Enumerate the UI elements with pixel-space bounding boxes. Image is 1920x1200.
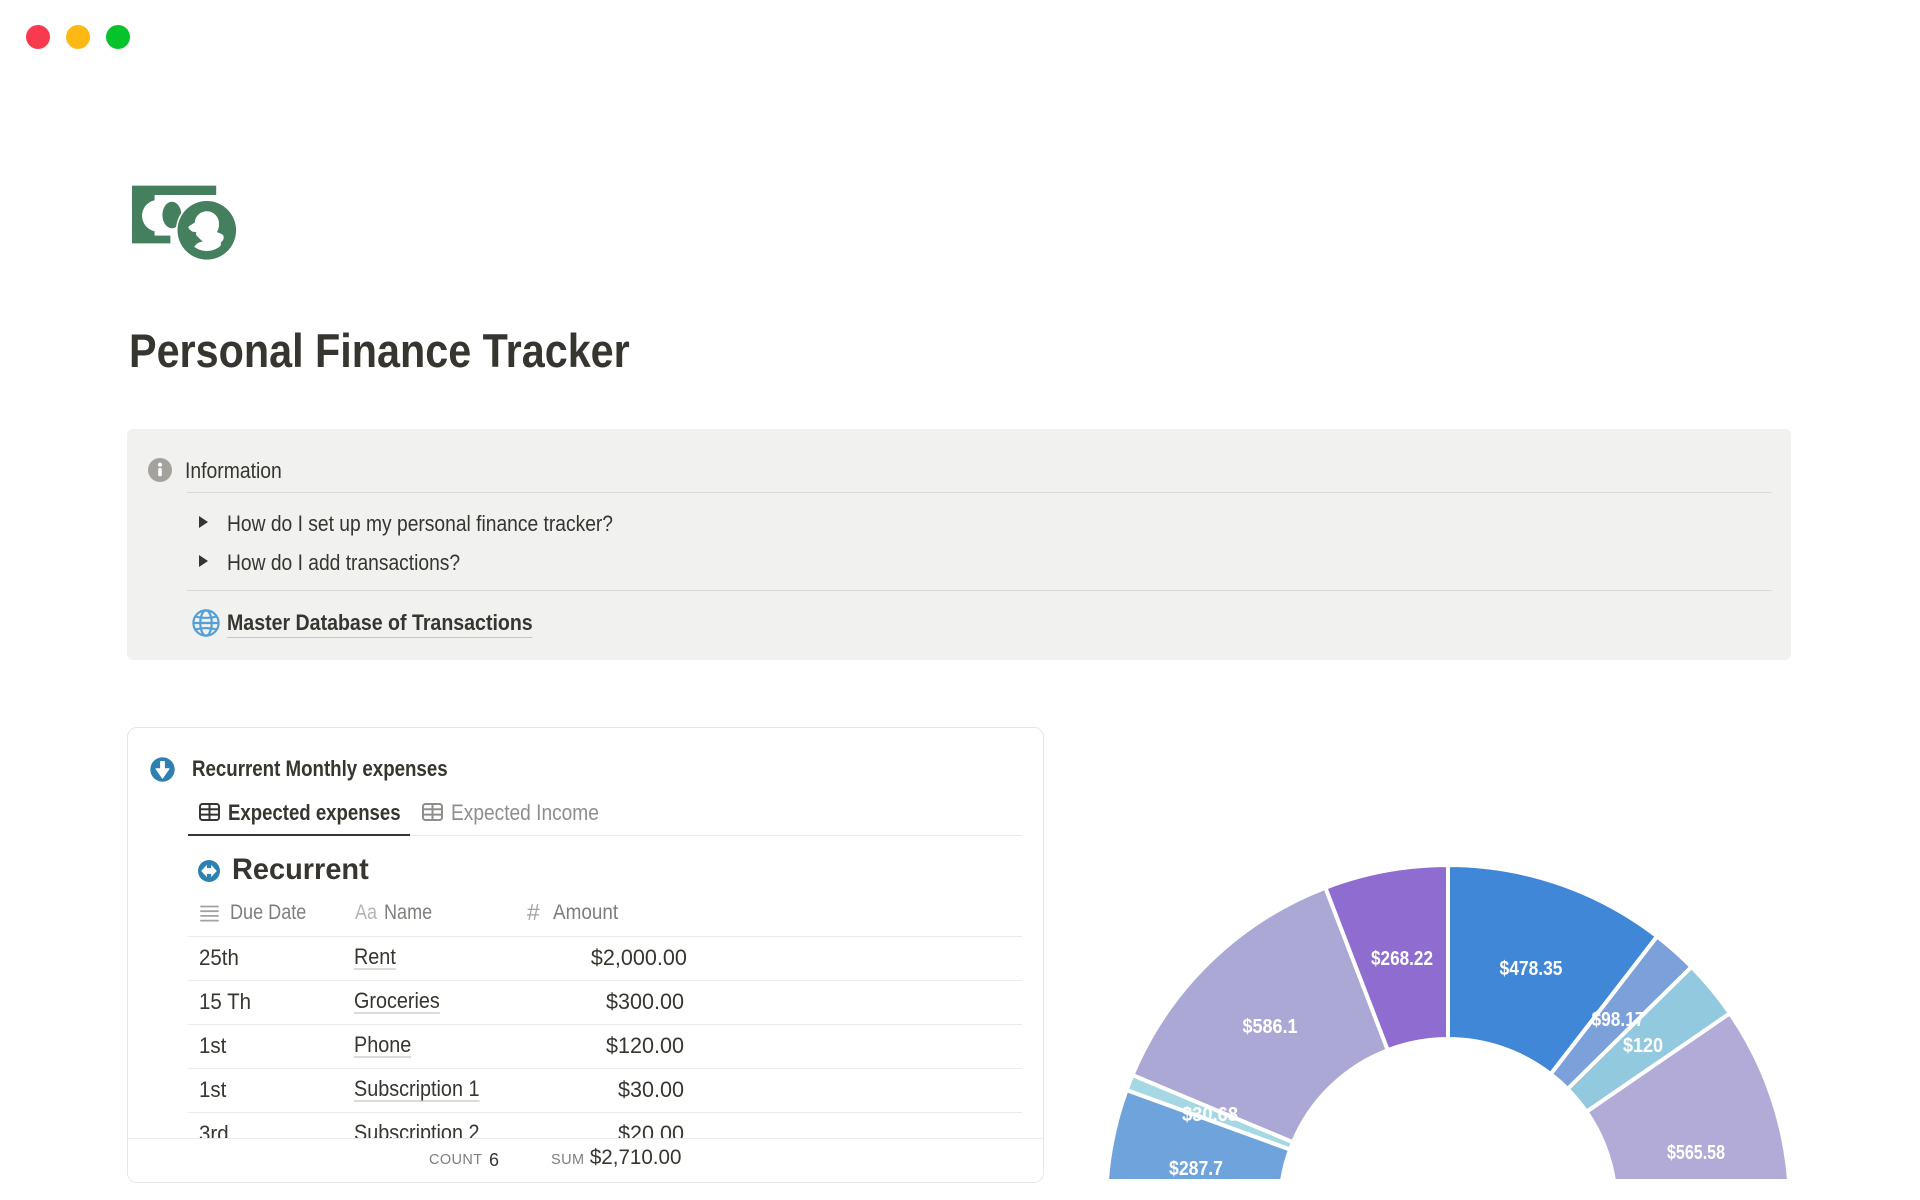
svg-text:$478.35: $478.35 [1500,957,1563,980]
svg-text:$268.22: $268.22 [1371,947,1433,970]
svg-text:$30.68: $30.68 [1182,1103,1238,1126]
svg-text:$586.1: $586.1 [1243,1015,1298,1038]
svg-text:$287.7: $287.7 [1169,1157,1223,1179]
svg-text:$565.58: $565.58 [1667,1141,1725,1164]
svg-text:$98.17: $98.17 [1592,1008,1645,1031]
svg-text:$120: $120 [1623,1034,1663,1057]
